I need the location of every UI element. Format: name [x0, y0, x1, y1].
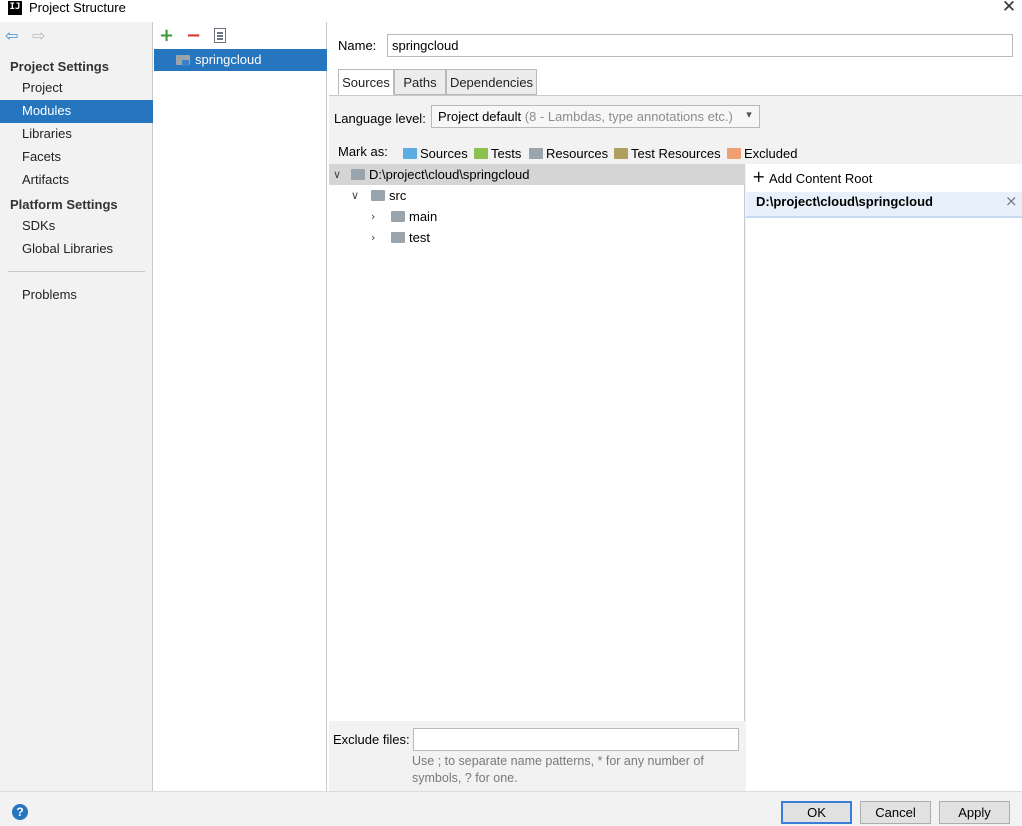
- apply-button[interactable]: Apply: [939, 801, 1010, 824]
- tree-item-main[interactable]: main: [409, 209, 437, 225]
- nav-item-modules[interactable]: Modules: [0, 100, 153, 123]
- nav-item-problems[interactable]: Problems: [0, 284, 153, 307]
- tab-paths[interactable]: Paths: [394, 69, 446, 95]
- mark-as-sources[interactable]: Sources: [420, 146, 468, 162]
- language-level-hint: (8 - Lambdas, type annotations etc.): [524, 109, 733, 124]
- mark-as-test-resources[interactable]: Test Resources: [631, 146, 721, 162]
- folder-icon: [391, 232, 405, 243]
- title-bar: IJ Project Structure ✕: [0, 0, 1022, 18]
- help-icon[interactable]: ?: [12, 804, 28, 820]
- nav-item-sdks[interactable]: SDKs: [0, 215, 153, 238]
- chevron-down-icon[interactable]: ∨: [351, 189, 359, 203]
- nav-item-facets[interactable]: Facets: [0, 146, 153, 169]
- nav-item-artifacts[interactable]: Artifacts: [0, 169, 153, 192]
- close-window-button[interactable]: ✕: [998, 0, 1020, 18]
- tree-root-label[interactable]: D:\project\cloud\springcloud: [369, 167, 529, 183]
- name-label: Name:: [338, 38, 377, 53]
- exclude-files-hint: Use ; to separate name patterns, * for a…: [412, 753, 742, 787]
- exclude-files-input[interactable]: [413, 728, 739, 751]
- mark-as-excluded[interactable]: Excluded: [744, 146, 797, 162]
- project-settings-heading: Project Settings: [10, 59, 109, 74]
- mark-as-tests[interactable]: Tests: [491, 146, 521, 162]
- chevron-right-icon[interactable]: ›: [371, 231, 375, 245]
- platform-settings-heading: Platform Settings: [10, 197, 118, 212]
- mark-as-resources[interactable]: Resources: [546, 146, 608, 162]
- window-title: Project Structure: [29, 0, 126, 15]
- remove-content-root-icon[interactable]: ×: [1005, 193, 1018, 209]
- excluded-folder-icon: [727, 148, 741, 159]
- folder-icon: [391, 211, 405, 222]
- sources-folder-icon: [403, 148, 417, 159]
- chevron-down-icon[interactable]: ∨: [333, 168, 341, 182]
- tree-item-test[interactable]: test: [409, 230, 430, 246]
- tab-sources[interactable]: Sources: [338, 69, 394, 95]
- exclude-files-label: Exclude files:: [333, 732, 410, 747]
- cancel-button[interactable]: Cancel: [860, 801, 931, 824]
- language-level-value: Project default: [438, 109, 522, 124]
- folder-icon: [351, 169, 365, 180]
- arrow-left-icon[interactable]: ⇦: [5, 27, 18, 45]
- tests-folder-icon: [474, 148, 488, 159]
- arrow-right-icon[interactable]: ⇨: [32, 27, 45, 45]
- copy-icon[interactable]: [214, 28, 226, 43]
- ok-button[interactable]: OK: [781, 801, 852, 824]
- exclude-hint-line-1: Use ; to separate name patterns, * for a…: [412, 754, 704, 768]
- folder-tree: ∨ D:\project\cloud\springcloud ∨ src › m…: [329, 164, 745, 721]
- chevron-down-icon[interactable]: ▾: [739, 105, 759, 128]
- add-icon[interactable]: +: [752, 169, 765, 185]
- nav-divider: [8, 271, 145, 272]
- module-badge-icon: [182, 60, 189, 66]
- test-resources-folder-icon: [614, 148, 628, 159]
- content-root-panel: + Add Content Root D:\project\cloud\spri…: [746, 164, 1022, 791]
- resources-folder-icon: [529, 148, 543, 159]
- chevron-right-icon[interactable]: ›: [371, 210, 375, 224]
- folder-icon: [371, 190, 385, 201]
- intellij-app-icon: IJ: [8, 1, 22, 15]
- language-level-select[interactable]: Project default (8 - Lambdas, type annot…: [431, 105, 760, 128]
- nav-item-libraries[interactable]: Libraries: [0, 123, 153, 146]
- settings-navigation: ⇦ ⇨ Project Settings Project Modules Lib…: [0, 22, 153, 791]
- nav-item-global-libraries[interactable]: Global Libraries: [0, 238, 153, 261]
- tabs-divider: [329, 95, 1022, 96]
- add-content-root-button[interactable]: Add Content Root: [769, 171, 872, 187]
- mark-as-label: Mark as:: [338, 144, 388, 159]
- exclude-hint-line-2: symbols, ? for one.: [412, 771, 518, 785]
- module-name-input[interactable]: springcloud: [387, 34, 1013, 57]
- module-list-panel: + − springcloud: [154, 22, 327, 791]
- language-level-label: Language level:: [334, 111, 426, 126]
- nav-item-project[interactable]: Project: [0, 77, 153, 100]
- add-module-icon[interactable]: +: [159, 27, 174, 45]
- content-root-path: D:\project\cloud\springcloud: [756, 194, 933, 209]
- tab-dependencies[interactable]: Dependencies: [446, 69, 537, 95]
- remove-module-icon[interactable]: −: [186, 27, 201, 45]
- tree-item-src[interactable]: src: [389, 188, 406, 204]
